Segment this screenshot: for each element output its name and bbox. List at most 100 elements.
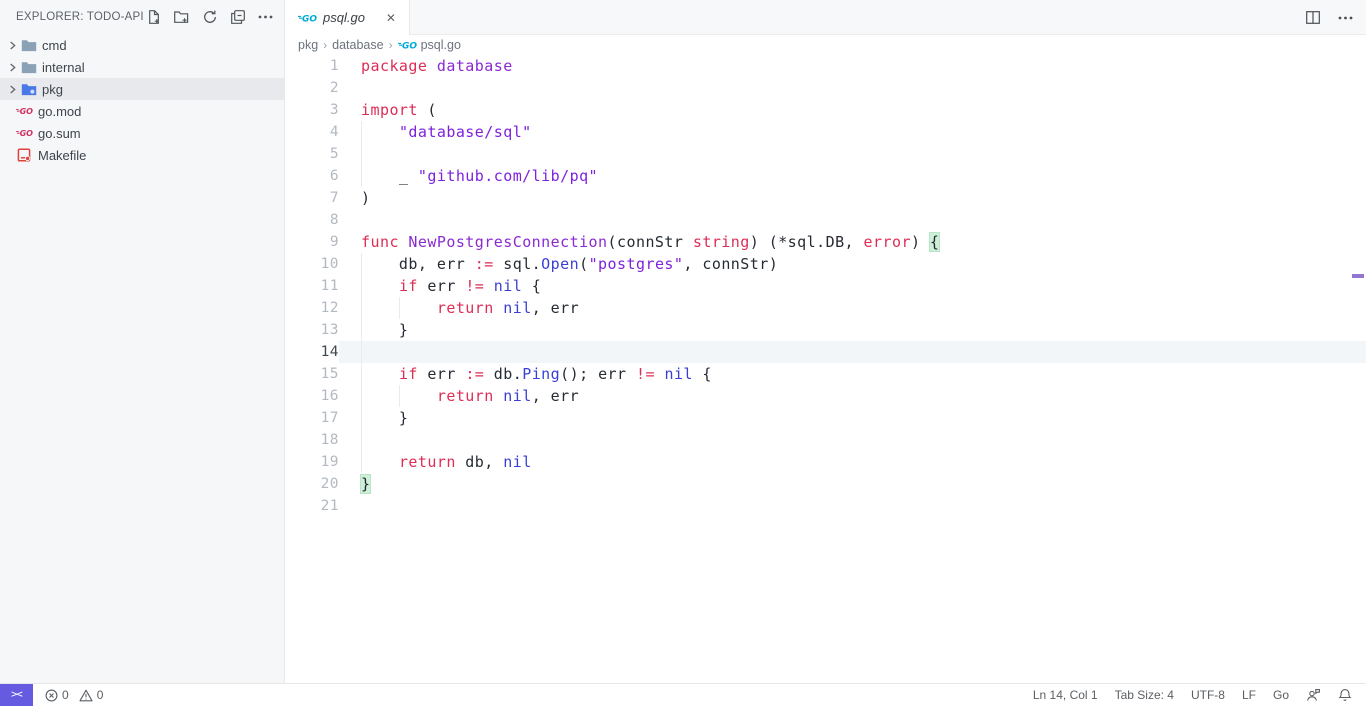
code-line-18[interactable]: 18 [285,429,1366,451]
tree-item-go-sum[interactable]: GO go.sum [0,122,284,144]
line-content: if err != nil { [339,275,1366,297]
ellipsis-button[interactable] [257,9,274,26]
line-content: if err := db.Ping(); err != nil { [339,363,1366,385]
tree-item-internal[interactable]: internal [0,56,284,78]
line-number: 19 [285,451,339,473]
code-line-14[interactable]: 14 [285,341,1366,363]
line-content: package database [339,55,1366,77]
line-number: 11 [285,275,339,297]
indent-guide [399,385,400,407]
code-line-16[interactable]: 16 return nil, err [285,385,1366,407]
line-content [339,429,1366,451]
code-line-6[interactable]: 6 _ "github.com/lib/pq" [285,165,1366,187]
line-number: 21 [285,495,339,517]
code-line-10[interactable]: 10 db, err := sql.Open("postgres", connS… [285,253,1366,275]
svg-text:GO: GO [20,107,33,116]
breadcrumb-item-pkg[interactable]: pkg [298,38,318,52]
line-number: 12 [285,297,339,319]
code-line-13[interactable]: 13 } [285,319,1366,341]
indent-guide [361,429,362,451]
line-number: 8 [285,209,339,231]
explorer-header: EXPLORER: TODO-API [0,0,284,34]
tree-item-cmd[interactable]: cmd [0,34,284,56]
line-number: 2 [285,77,339,99]
refresh-icon [202,9,218,25]
code-line-12[interactable]: 12 return nil, err [285,297,1366,319]
indent-guide [361,385,362,407]
code-line-17[interactable]: 17 } [285,407,1366,429]
new-file-icon [146,9,162,25]
tab-psql-go[interactable]: GO psql.go ✕ [285,0,410,35]
line-number: 3 [285,99,339,121]
status-bar-right: Ln 14, Col 1 Tab Size: 4 UTF-8 LF Go [1033,688,1366,702]
go-icon: GO [398,40,417,50]
remote-indicator[interactable]: >< [0,684,33,706]
refresh-button[interactable] [201,9,218,26]
code-line-21[interactable]: 21 [285,495,1366,517]
tab-bar: GO psql.go ✕ [285,0,1366,35]
status-eol-sequence[interactable]: LF [1242,688,1256,702]
status-language-mode[interactable]: Go [1273,688,1289,702]
code-editor[interactable]: 1package database23import (4 "database/s… [285,55,1366,683]
error-count: 0 [62,688,69,702]
code-line-20[interactable]: 20} [285,473,1366,495]
tree-item-label: go.sum [38,126,81,141]
breadcrumb-separator: › [389,38,393,52]
collapse-all-button[interactable] [229,9,246,26]
bell-icon[interactable] [1338,688,1352,702]
new-file-button[interactable] [145,9,162,26]
ellipsis-icon [1338,16,1353,20]
indent-guide [361,319,362,341]
line-content: } [339,473,1366,495]
breadcrumb-item-psql-go[interactable]: GOpsql.go [398,38,461,52]
split-editor-button[interactable] [1305,10,1321,25]
go-file-icon: GO [16,106,33,116]
tree-item-label: pkg [42,82,63,97]
code-line-3[interactable]: 3import ( [285,99,1366,121]
code-line-15[interactable]: 15 if err := db.Ping(); err != nil { [285,363,1366,385]
line-number: 18 [285,429,339,451]
code-line-4[interactable]: 4 "database/sql" [285,121,1366,143]
folder-icon [20,61,37,74]
line-number: 20 [285,473,339,495]
status-encoding[interactable]: UTF-8 [1191,688,1225,702]
split-editor-icon [1305,10,1321,25]
tree-item-label: internal [42,60,85,75]
code-line-11[interactable]: 11 if err != nil { [285,275,1366,297]
code-line-5[interactable]: 5 [285,143,1366,165]
code-line-2[interactable]: 2 [285,77,1366,99]
line-content: import ( [339,99,1366,121]
indent-guide [361,165,362,187]
code-line-1[interactable]: 1package database [285,55,1366,77]
breadcrumb-item-database[interactable]: database [332,38,383,52]
line-content: func NewPostgresConnection(connStr strin… [339,231,1366,253]
line-number: 16 [285,385,339,407]
feedback-icon[interactable] [1306,688,1321,702]
new-folder-button[interactable] [173,9,190,26]
tree-item-makefile[interactable]: Makefile [0,144,284,166]
problems-status[interactable]: 0 0 [45,688,109,702]
code-line-19[interactable]: 19 return db, nil [285,451,1366,473]
go-file-icon: GO [16,128,33,138]
tree-item-pkg[interactable]: pkg [0,78,284,100]
line-number: 1 [285,55,339,77]
code-line-8[interactable]: 8 [285,209,1366,231]
line-number: 17 [285,407,339,429]
explorer-sidebar: EXPLORER: TODO-API cmd internal pkg GOgo.mo… [0,0,285,683]
status-indentation[interactable]: Tab Size: 4 [1115,688,1174,702]
line-number: 4 [285,121,339,143]
line-number: 6 [285,165,339,187]
line-number: 10 [285,253,339,275]
ellipsis-button[interactable] [1338,16,1353,20]
chevron-right-icon [4,85,20,94]
code-line-9[interactable]: 9func NewPostgresConnection(connStr stri… [285,231,1366,253]
code-line-7[interactable]: 7) [285,187,1366,209]
ellipsis-icon [258,15,273,19]
line-number: 15 [285,363,339,385]
tree-item-label: Makefile [38,148,86,163]
line-content [339,341,1366,363]
tree-item-go-mod[interactable]: GOgo.mod [0,100,284,122]
line-content [339,495,1366,517]
close-icon[interactable]: ✕ [383,10,399,26]
status-cursor-position[interactable]: Ln 14, Col 1 [1033,688,1098,702]
